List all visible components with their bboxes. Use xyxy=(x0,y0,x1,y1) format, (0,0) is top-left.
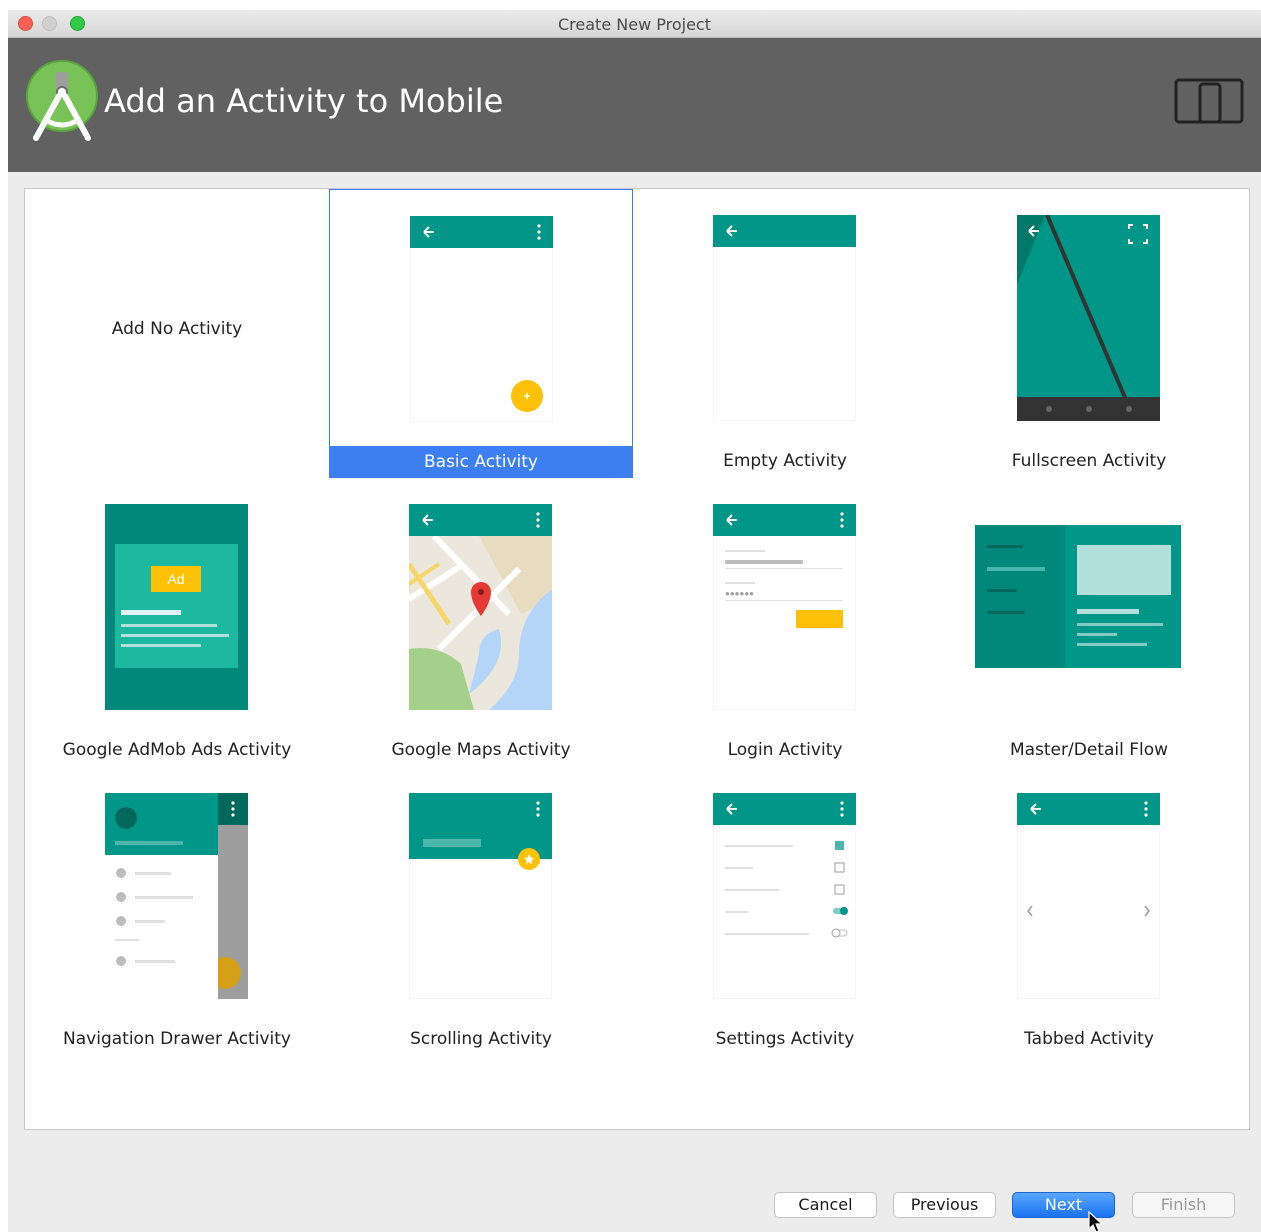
wizard-header: Add an Activity to Mobile xyxy=(8,38,1261,172)
tile-master-detail-flow[interactable]: Master/Detail Flow xyxy=(937,478,1241,767)
tile-empty-activity[interactable]: Empty Activity xyxy=(633,189,937,478)
ad-badge: Ad xyxy=(167,571,184,587)
tile-settings-activity[interactable]: Settings Activity xyxy=(633,767,937,1056)
title-bar: Create New Project xyxy=(8,10,1261,38)
login-activity-thumb-icon: ●●●●●● xyxy=(713,504,856,710)
previous-button[interactable]: Previous xyxy=(893,1192,996,1218)
tile-label: Google Maps Activity xyxy=(391,740,571,760)
svg-text:●●●●●●: ●●●●●● xyxy=(725,589,754,598)
tile-label: Settings Activity xyxy=(715,1029,855,1049)
tile-label: Google AdMob Ads Activity xyxy=(62,740,292,760)
tile-scrolling-activity[interactable]: Scrolling Activity xyxy=(329,767,633,1056)
settings-activity-thumb-icon xyxy=(713,793,856,999)
page-title: Add an Activity to Mobile xyxy=(104,82,504,120)
tile-label: Add No Activity xyxy=(111,319,243,339)
empty-activity-thumb-icon xyxy=(713,215,856,421)
fullscreen-activity-thumb-icon xyxy=(1017,215,1160,421)
dialog-window: Create New Project Add an Activity to Mo… xyxy=(8,10,1261,1232)
tile-label: Master/Detail Flow xyxy=(1009,740,1169,760)
tile-fullscreen-activity[interactable]: Fullscreen Activity xyxy=(937,189,1241,478)
scrolling-activity-thumb-icon xyxy=(409,793,552,999)
tile-add-no-activity[interactable]: Add No Activity xyxy=(25,189,329,478)
nav-drawer-thumb-icon xyxy=(105,793,248,999)
android-studio-logo xyxy=(26,60,98,141)
basic-activity-thumb-icon xyxy=(410,216,553,422)
cancel-button[interactable]: Cancel xyxy=(774,1192,877,1218)
tile-label: Tabbed Activity xyxy=(1024,1029,1154,1049)
tile-label: Navigation Drawer Activity xyxy=(63,1029,291,1049)
tile-label: Fullscreen Activity xyxy=(1011,451,1167,471)
tile-label: Empty Activity xyxy=(723,451,847,471)
tile-maps-activity[interactable]: Google Maps Activity xyxy=(329,478,633,767)
tabbed-activity-thumb-icon xyxy=(1017,793,1160,999)
tile-label: Basic Activity xyxy=(330,446,632,478)
tile-tabbed-activity[interactable]: Tabbed Activity xyxy=(937,767,1241,1056)
admob-activity-thumb-icon: Ad xyxy=(105,504,248,710)
finish-button[interactable]: Finish xyxy=(1132,1192,1235,1218)
tile-label: Login Activity xyxy=(727,740,843,760)
tile-basic-activity[interactable]: Basic Activity xyxy=(329,189,633,478)
mouse-cursor-icon xyxy=(1088,1211,1104,1232)
tile-login-activity[interactable]: ●●●●●● Login Activity xyxy=(633,478,937,767)
window-title: Create New Project xyxy=(558,15,711,34)
master-detail-thumb-icon xyxy=(975,525,1181,668)
tile-admob-activity[interactable]: Ad Google AdMob Ads Activity xyxy=(25,478,329,767)
device-form-factor-icon xyxy=(1174,78,1244,124)
maps-activity-thumb-icon xyxy=(409,504,552,710)
tile-nav-drawer-activity[interactable]: Navigation Drawer Activity xyxy=(25,767,329,1056)
activity-gallery: Add No Activity Basic Activity Empty Act… xyxy=(24,188,1250,1130)
tile-label: Scrolling Activity xyxy=(410,1029,552,1049)
